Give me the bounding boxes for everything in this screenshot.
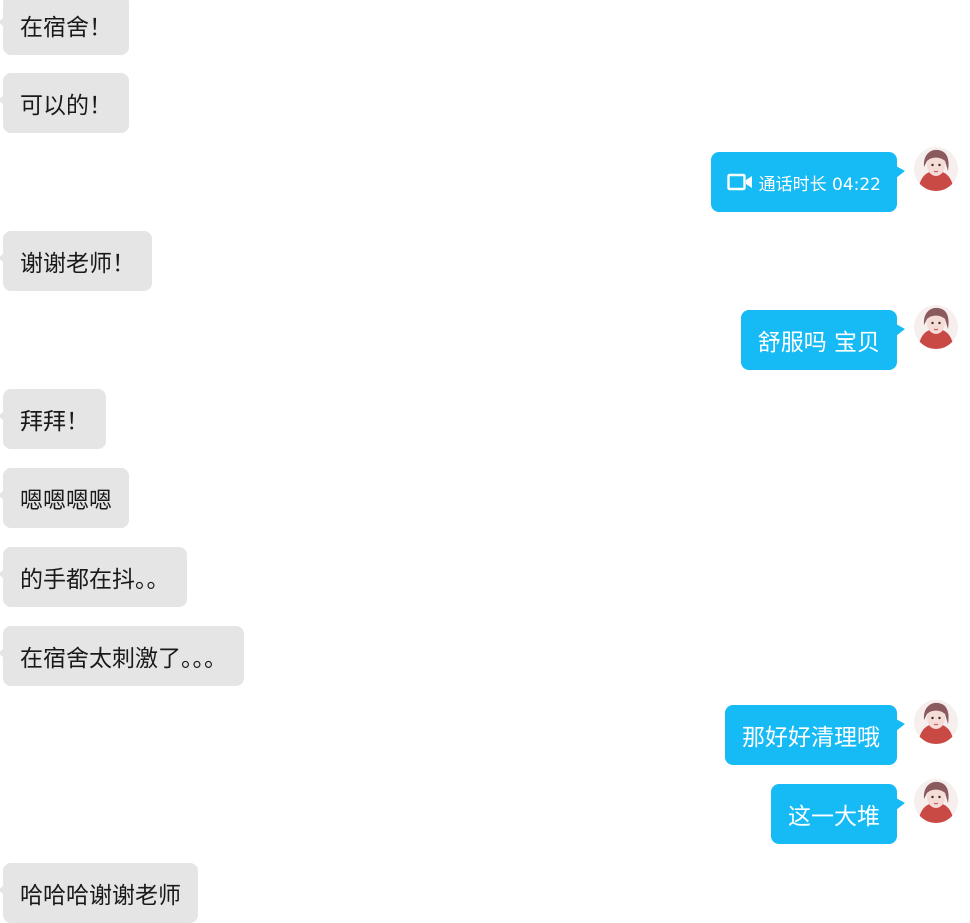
message-text: 嗯嗯嗯嗯 bbox=[20, 488, 112, 514]
video-call-record-bubble[interactable]: 通话时长 04:22 bbox=[710, 152, 906, 212]
avatar[interactable] bbox=[914, 700, 958, 744]
avatar-image bbox=[914, 779, 958, 823]
incoming-message-bubble[interactable]: 在宿舍太刺激了。。。 bbox=[0, 626, 244, 686]
avatar[interactable] bbox=[914, 305, 958, 349]
incoming-message-bubble[interactable]: 的手都在抖。。 bbox=[0, 547, 187, 607]
incoming-message-bubble[interactable]: 谢谢老师！ bbox=[0, 231, 152, 291]
message-text: 在宿舍太刺激了。。。 bbox=[20, 646, 227, 672]
outgoing-message-bubble[interactable]: 舒服吗 宝贝 bbox=[740, 310, 906, 370]
video-call-icon bbox=[726, 173, 752, 191]
call-duration-text: 通话时长 04:22 bbox=[758, 174, 881, 195]
incoming-message-bubble[interactable]: 嗯嗯嗯嗯 bbox=[0, 468, 129, 528]
message-text: 那好好清理哦 bbox=[742, 725, 880, 751]
incoming-message-bubble[interactable]: 可以的！ bbox=[0, 73, 129, 133]
message-text: 哈哈哈谢谢老师 bbox=[20, 883, 181, 909]
avatar[interactable] bbox=[914, 779, 958, 823]
message-text: 可以的！ bbox=[20, 93, 112, 119]
message-text: 在宿舍！ bbox=[20, 15, 112, 41]
incoming-message-bubble[interactable]: 在宿舍！ bbox=[0, 0, 129, 55]
message-text: 舒服吗 宝贝 bbox=[757, 330, 880, 356]
message-text: 的手都在抖。。 bbox=[20, 567, 170, 593]
outgoing-message-bubble[interactable]: 这一大堆 bbox=[771, 784, 905, 844]
incoming-message-bubble[interactable]: 拜拜！ bbox=[0, 389, 106, 449]
incoming-message-bubble[interactable]: 哈哈哈谢谢老师 bbox=[0, 863, 198, 923]
avatar-image bbox=[914, 305, 958, 349]
message-text: 拜拜！ bbox=[20, 409, 89, 435]
avatar-image bbox=[914, 147, 958, 191]
message-text: 这一大堆 bbox=[788, 804, 880, 830]
outgoing-message-bubble[interactable]: 那好好清理哦 bbox=[725, 705, 905, 765]
avatar-image bbox=[914, 700, 958, 744]
avatar[interactable] bbox=[914, 147, 958, 191]
message-text: 谢谢老师！ bbox=[20, 251, 135, 277]
